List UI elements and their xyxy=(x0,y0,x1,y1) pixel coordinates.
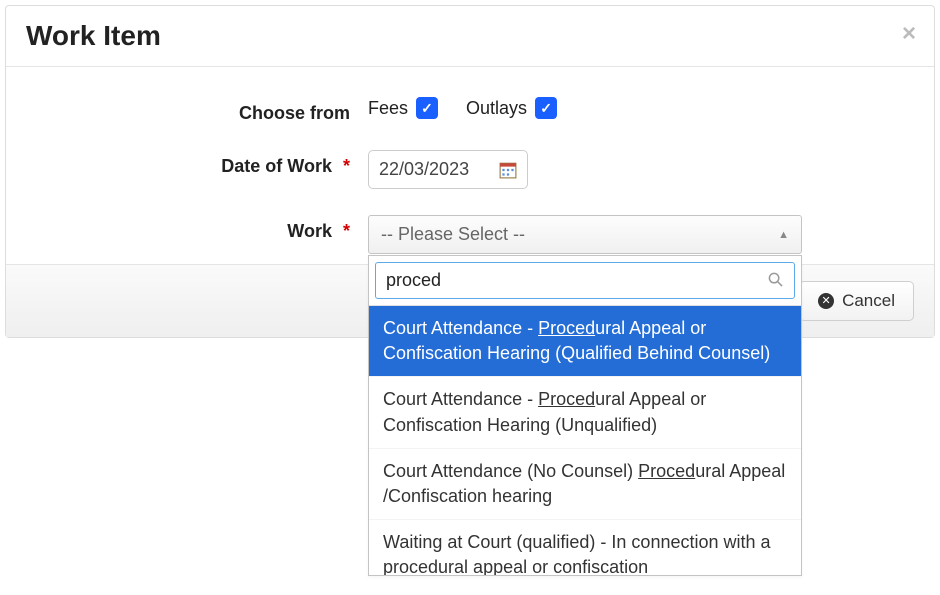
label-work: Work * xyxy=(30,215,368,242)
date-input-wrap[interactable] xyxy=(368,150,528,189)
outlays-label: Outlays xyxy=(466,98,527,119)
date-input-col xyxy=(368,150,910,189)
cancel-label: Cancel xyxy=(842,291,895,311)
checkboxes-choose-from: Fees ✓ Outlays ✓ xyxy=(368,97,910,119)
label-choose-from: Choose from xyxy=(30,97,368,124)
cancel-button[interactable]: ✕ Cancel xyxy=(799,281,914,321)
fees-label: Fees xyxy=(368,98,408,119)
row-work: Work * -- Please Select -- ▲ Court Atten… xyxy=(30,215,910,254)
dropdown-search-wrap xyxy=(369,256,801,305)
date-of-work-input[interactable] xyxy=(379,159,489,180)
chevron-up-icon: ▲ xyxy=(778,229,789,241)
label-date-of-work: Date of Work * xyxy=(30,150,368,177)
work-options-list[interactable]: Court Attendance - Procedural Appeal or … xyxy=(369,305,801,575)
outlays-checkbox-group: Outlays ✓ xyxy=(466,97,557,119)
work-text: Work xyxy=(287,221,332,241)
modal-header: Work Item × xyxy=(6,6,934,67)
date-of-work-text: Date of Work xyxy=(221,156,332,176)
row-date-of-work: Date of Work * xyxy=(30,150,910,189)
fees-checkbox-group: Fees ✓ xyxy=(368,97,438,119)
fees-checkbox[interactable]: ✓ xyxy=(416,97,438,119)
work-option-item[interactable]: Court Attendance - Procedural Appeal or … xyxy=(369,377,801,448)
work-option-item[interactable]: Court Attendance (No Counsel) Procedural… xyxy=(369,449,801,520)
required-mark: * xyxy=(343,221,350,241)
calendar-icon[interactable] xyxy=(499,161,517,179)
close-icon[interactable]: × xyxy=(902,22,916,46)
work-search-input[interactable] xyxy=(375,262,795,299)
work-select-placeholder: -- Please Select -- xyxy=(381,224,525,245)
work-dropdown: Court Attendance - Procedural Appeal or … xyxy=(368,255,802,576)
outlays-checkbox[interactable]: ✓ xyxy=(535,97,557,119)
work-input-col: -- Please Select -- ▲ Court Attendance -… xyxy=(368,215,910,254)
row-choose-from: Choose from Fees ✓ Outlays ✓ xyxy=(30,97,910,124)
required-mark: * xyxy=(343,156,350,176)
cancel-icon: ✕ xyxy=(818,293,834,309)
work-option-item[interactable]: Court Attendance - Procedural Appeal or … xyxy=(369,306,801,377)
modal-title: Work Item xyxy=(26,20,914,52)
modal-body: Choose from Fees ✓ Outlays ✓ Date of Wor… xyxy=(6,67,934,264)
work-option-item[interactable]: Waiting at Court (qualified) - In connec… xyxy=(369,520,801,575)
work-select[interactable]: -- Please Select -- ▲ xyxy=(368,215,802,254)
work-item-modal: Work Item × Choose from Fees ✓ Outlays ✓… xyxy=(5,5,935,338)
